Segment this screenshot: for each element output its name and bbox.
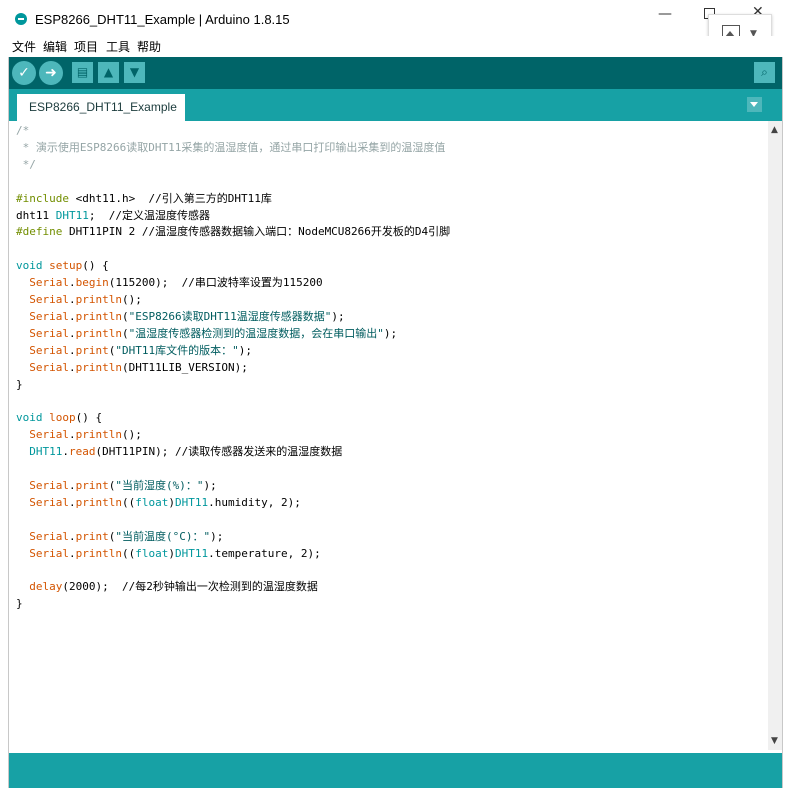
code-line[interactable]: }	[16, 378, 23, 391]
minimize-icon[interactable]: —	[658, 6, 672, 22]
code-line[interactable]: }	[16, 597, 23, 610]
magnifier-icon: ⌕	[761, 65, 768, 79]
code-line[interactable]: #define DHT11PIN 2 //温湿度传感器数据输入端口：NodeMC…	[16, 225, 450, 238]
code-line[interactable]: Serial.print("当前湿度(%)：");	[16, 479, 217, 492]
code-line[interactable]: Serial.println((float)DHT11.humidity, 2)…	[16, 496, 301, 509]
code-line[interactable]: Serial.print("当前温度(°C)：");	[16, 530, 223, 543]
tab-esp8266-dht11-example[interactable]: ESP8266_DHT11_Example	[17, 94, 185, 121]
tab-bar: ESP8266_DHT11_Example	[9, 89, 782, 121]
code-line[interactable]: Serial.println();	[16, 428, 142, 441]
save-arrow-down-icon: ▼	[129, 65, 140, 79]
code-line[interactable]: Serial.println("ESP8266读取DHT11温湿度传感器数据")…	[16, 310, 344, 323]
window-border-right	[782, 57, 783, 788]
arduino-ide-window: ESP8266_DHT11_Example | Arduino 1.8.15 —…	[0, 0, 797, 788]
code-line[interactable]: DHT11.read(DHT11PIN); //读取传感器发送来的温湿度数据	[16, 445, 342, 458]
open-arrow-up-icon: ▲	[103, 65, 114, 79]
checkmark-icon: ✓	[18, 65, 30, 81]
vertical-scrollbar[interactable]: ▲ ▼	[768, 121, 782, 750]
code-text[interactable]: /* * 演示使用ESP8266读取DHT11采集的温湿度值，通过串口打印输出采…	[16, 123, 450, 613]
save-button[interactable]: ▼	[124, 62, 145, 83]
code-line[interactable]: /*	[16, 124, 29, 137]
menu-help[interactable]: 帮助	[137, 38, 161, 55]
upload-button[interactable]: ➜	[39, 61, 63, 85]
menu-edit[interactable]: 编辑	[43, 38, 67, 55]
code-line[interactable]: Serial.print("DHT11库文件的版本：");	[16, 344, 252, 357]
new-file-icon: ▤	[76, 65, 89, 79]
code-line[interactable]: #include <dht11.h> //引入第三方的DHT11库	[16, 192, 272, 205]
scroll-up-icon[interactable]: ▲	[771, 125, 778, 135]
verify-button[interactable]: ✓	[12, 61, 36, 85]
menu-bar: 文件 编辑 项目 工具 帮助	[0, 36, 797, 56]
console-area	[9, 753, 782, 788]
code-line[interactable]: * 演示使用ESP8266读取DHT11采集的温湿度值，通过串口打印输出采集到的…	[16, 141, 446, 154]
code-line[interactable]: dht11 DHT11; //定义温湿度传感器	[16, 209, 210, 222]
open-button[interactable]: ▲	[98, 62, 119, 83]
code-line[interactable]: Serial.println();	[16, 293, 142, 306]
arrow-right-icon: ➜	[45, 65, 57, 81]
new-button[interactable]: ▤	[72, 62, 93, 83]
window-border-left	[8, 57, 9, 788]
code-line[interactable]: delay(2000); //每2秒钟输出一次检测到的温湿度数据	[16, 580, 318, 593]
menu-file[interactable]: 文件	[12, 38, 36, 55]
arduino-logo-icon	[15, 13, 27, 25]
toolbar: ✓ ➜ ▤ ▲ ▼ ⌕	[9, 57, 782, 89]
serial-monitor-button[interactable]: ⌕	[754, 62, 775, 83]
menu-sketch[interactable]: 项目	[74, 38, 98, 55]
title-bar: ESP8266_DHT11_Example | Arduino 1.8.15 —…	[0, 0, 797, 52]
code-line[interactable]: Serial.println(DHT11LIB_VERSION);	[16, 361, 248, 374]
code-line[interactable]: Serial.println("温湿度传感器检测到的温湿度数据，会在串口输出")…	[16, 327, 397, 340]
code-line[interactable]: */	[16, 158, 36, 171]
code-line[interactable]: void loop() {	[16, 411, 102, 424]
code-line[interactable]: void setup() {	[16, 259, 109, 272]
code-line[interactable]: Serial.println((float)DHT11.temperature,…	[16, 547, 320, 560]
code-line[interactable]: Serial.begin(115200); //串口波特率设置为115200	[16, 276, 322, 289]
menu-tools[interactable]: 工具	[106, 38, 130, 55]
scroll-down-icon[interactable]: ▼	[771, 736, 778, 746]
tab-menu-dropdown-icon[interactable]	[747, 97, 762, 112]
window-title: ESP8266_DHT11_Example | Arduino 1.8.15	[35, 12, 290, 27]
code-editor[interactable]: /* * 演示使用ESP8266读取DHT11采集的温湿度值，通过串口打印输出采…	[9, 121, 768, 750]
